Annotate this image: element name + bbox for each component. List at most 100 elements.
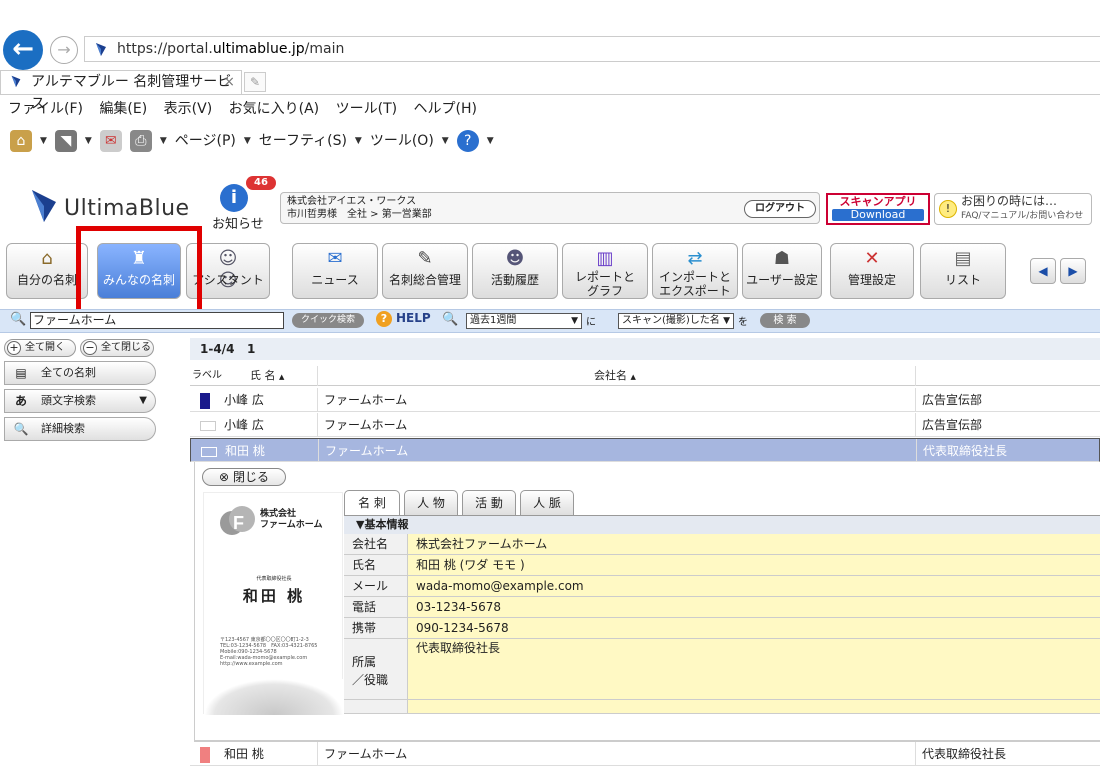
nav-user-settings[interactable]: ☗ ユーザー設定 bbox=[742, 243, 822, 299]
sidebar-item-label: 詳細検索 bbox=[41, 422, 85, 435]
col-divider bbox=[317, 413, 318, 437]
action-select[interactable]: スキャン(撮影)した名 ▼ bbox=[618, 313, 734, 329]
menu-help[interactable]: ヘルプ(H) bbox=[414, 101, 477, 117]
nav-label: 活動履歴 bbox=[490, 273, 539, 287]
menu-file[interactable]: ファイル(F) bbox=[8, 101, 83, 117]
nav-activity-history[interactable]: ☻ 活動履歴 bbox=[472, 243, 558, 299]
command-bar: ⌂ ▼ ◥ ▼ ✉ ⎙ ▼ ページ(P) ▼ セーフティ(S) ▼ ツール(O) ▼ ? ▼ bbox=[0, 124, 1100, 158]
col-divider bbox=[317, 388, 318, 412]
new-tab-icon[interactable]: ✎ bbox=[244, 72, 266, 92]
period-select[interactable]: 過去1週間 ▼ bbox=[466, 313, 582, 329]
print-dropdown-icon[interactable]: ▼ bbox=[160, 124, 167, 158]
cards-icon: ▤ bbox=[15, 366, 27, 380]
col-company-header[interactable]: 会社名 ▲ bbox=[594, 366, 636, 387]
section-basic-info[interactable]: ▼基本情報 bbox=[344, 516, 1100, 534]
url-field[interactable]: https://portal.ultimablue.jp/main bbox=[84, 36, 1100, 62]
sidebar-item-all-cards[interactable]: ▤ 全ての名刺 bbox=[4, 361, 156, 385]
tab-network[interactable]: 人 脈 bbox=[520, 490, 574, 516]
page-number[interactable]: 1 bbox=[247, 342, 255, 356]
nav-list[interactable]: ▤ リスト bbox=[920, 243, 1006, 299]
sidebar-item-initial-search[interactable]: あ 頭文字検索 ▼ bbox=[4, 389, 156, 413]
table-row[interactable]: 小峰 広 ファームホーム 広告宣伝部 bbox=[190, 413, 1100, 437]
user-line: 市川哲男様 全社 > 第一営業部 bbox=[287, 209, 432, 220]
collapse-all-label: 全て閉じる bbox=[101, 342, 151, 353]
info-icon[interactable]: i bbox=[220, 184, 248, 212]
quick-search-button[interactable]: クイック検索 bbox=[292, 313, 364, 328]
logout-button[interactable]: ログアウト bbox=[744, 200, 816, 218]
help-question-icon[interactable]: ? bbox=[456, 130, 479, 152]
home-dropdown-icon[interactable]: ▼ bbox=[40, 124, 47, 158]
feed-dropdown-icon[interactable]: ▼ bbox=[85, 124, 92, 158]
menu-edit[interactable]: 編集(E) bbox=[99, 101, 147, 117]
row-title: 広告宣伝部 bbox=[922, 418, 983, 432]
field-row: 氏名 和田 桃 (ワダ モモ ) bbox=[344, 555, 1100, 576]
nav-label: ニュース bbox=[311, 273, 359, 287]
table-row[interactable]: 和田 桃 ファームホーム 代表取締役社長 bbox=[190, 742, 1100, 766]
page-dropdown-icon[interactable]: ▼ bbox=[244, 124, 251, 158]
notice-count-badge: 46 bbox=[246, 176, 276, 190]
sidebar-item-detail-search[interactable]: 🔍 詳細検索 bbox=[4, 417, 156, 441]
tab-card[interactable]: 名 刺 bbox=[344, 490, 400, 517]
sidebar-item-label: 全ての名刺 bbox=[41, 366, 96, 379]
back-arrow-icon[interactable]: ← bbox=[3, 30, 43, 70]
app-logo-text: UltimaBlue bbox=[64, 196, 190, 221]
field-label: 会社名 bbox=[344, 534, 408, 554]
home-icon[interactable]: ⌂ bbox=[10, 130, 32, 152]
nav-admin-settings[interactable]: ✕ 管理設定 bbox=[830, 243, 914, 299]
table-row-selected[interactable]: 和田 桃 ファームホーム 代表取締役社長 bbox=[190, 438, 1100, 463]
safety-dropdown-icon[interactable]: ▼ bbox=[355, 124, 362, 158]
table-row[interactable]: 小峰 広 ファームホーム 広告宣伝部 bbox=[190, 388, 1100, 412]
notice-label[interactable]: お知らせ bbox=[212, 213, 264, 232]
nav-scroll-right-icon[interactable]: ▶ bbox=[1060, 258, 1086, 284]
nav-report-graph[interactable]: ▥ レポートと グラフ bbox=[562, 243, 648, 299]
nav-label: 名刺総合管理 bbox=[388, 273, 461, 287]
list-icon: ▤ bbox=[954, 248, 972, 269]
nav-import-export[interactable]: ⇄ インポートと エクスポート bbox=[652, 243, 738, 299]
nav-card-management[interactable]: ✎ 名刺総合管理 bbox=[382, 243, 468, 299]
col-label-header[interactable]: ラベル bbox=[192, 366, 222, 386]
scan-app-download-button[interactable]: スキャンアプリ Download bbox=[826, 193, 930, 225]
ultimablue-logo-icon bbox=[32, 190, 56, 222]
tab-close-icon[interactable]: × bbox=[223, 71, 235, 93]
search-input[interactable]: ファームホーム bbox=[30, 312, 284, 329]
card-role: 代表取締役社長 bbox=[256, 576, 292, 582]
row-company: ファームホーム bbox=[324, 393, 408, 407]
row-name: 和田 桃 bbox=[224, 747, 264, 761]
print-icon[interactable]: ⎙ bbox=[129, 130, 152, 152]
tab-person[interactable]: 人 物 bbox=[404, 490, 458, 516]
nav-scroll-left-icon[interactable]: ◀ bbox=[1030, 258, 1056, 284]
tools-dropdown-icon[interactable]: ▼ bbox=[442, 124, 449, 158]
help-link-box[interactable]: ! お困りの時には… FAQ/マニュアル/お問い合わせ bbox=[934, 193, 1092, 225]
col-name-header[interactable]: 氏 名 ▲ bbox=[250, 366, 284, 387]
menu-view[interactable]: 表示(V) bbox=[164, 101, 213, 117]
help-dropdown-icon[interactable]: ▼ bbox=[487, 124, 494, 158]
cmd-page[interactable]: ページ(P) bbox=[175, 124, 236, 158]
user-info-box: 株式会社アイエス・ワークス 市川哲男様 全社 > 第一営業部 bbox=[280, 192, 820, 224]
menu-tools[interactable]: ツール(T) bbox=[336, 101, 397, 117]
tab-activity[interactable]: 活 動 bbox=[462, 490, 516, 516]
period-value: 過去1週間 bbox=[470, 315, 517, 326]
nav-label: 自分の名刺 bbox=[16, 273, 77, 287]
forward-arrow-icon[interactable]: → bbox=[50, 36, 78, 64]
col-divider bbox=[915, 366, 916, 386]
search-button[interactable]: 検 索 bbox=[760, 313, 810, 328]
col-divider bbox=[317, 742, 318, 766]
browser-tab[interactable]: アルテマブルー 名刺管理サービス × bbox=[0, 70, 242, 112]
card-company-line1: 株式会社 bbox=[260, 509, 297, 519]
col-name-text: 氏 名 bbox=[250, 369, 276, 382]
collapse-all-button[interactable]: − 全て閉じる bbox=[80, 339, 154, 357]
cmd-safety[interactable]: セーフティ(S) bbox=[259, 124, 347, 158]
card-tools-icon: ✎ bbox=[417, 248, 433, 269]
menu-favorites[interactable]: お気に入り(A) bbox=[229, 101, 320, 117]
close-detail-button[interactable]: ⊗ 閉じる bbox=[202, 468, 286, 486]
feed-icon[interactable]: ◥ bbox=[54, 130, 77, 152]
tab-divider bbox=[0, 94, 1100, 95]
expand-all-button[interactable]: + 全て開く bbox=[4, 339, 76, 357]
mail-icon[interactable]: ✉ bbox=[99, 130, 122, 152]
sort-up-icon: ▲ bbox=[630, 373, 636, 381]
cmd-tools[interactable]: ツール(O) bbox=[370, 124, 434, 158]
help-button[interactable]: ? HELP bbox=[376, 311, 431, 327]
house-icon: ⌂ bbox=[41, 248, 53, 269]
nav-news[interactable]: ✉ ニュース bbox=[292, 243, 378, 299]
label-color-swatch bbox=[200, 393, 210, 409]
